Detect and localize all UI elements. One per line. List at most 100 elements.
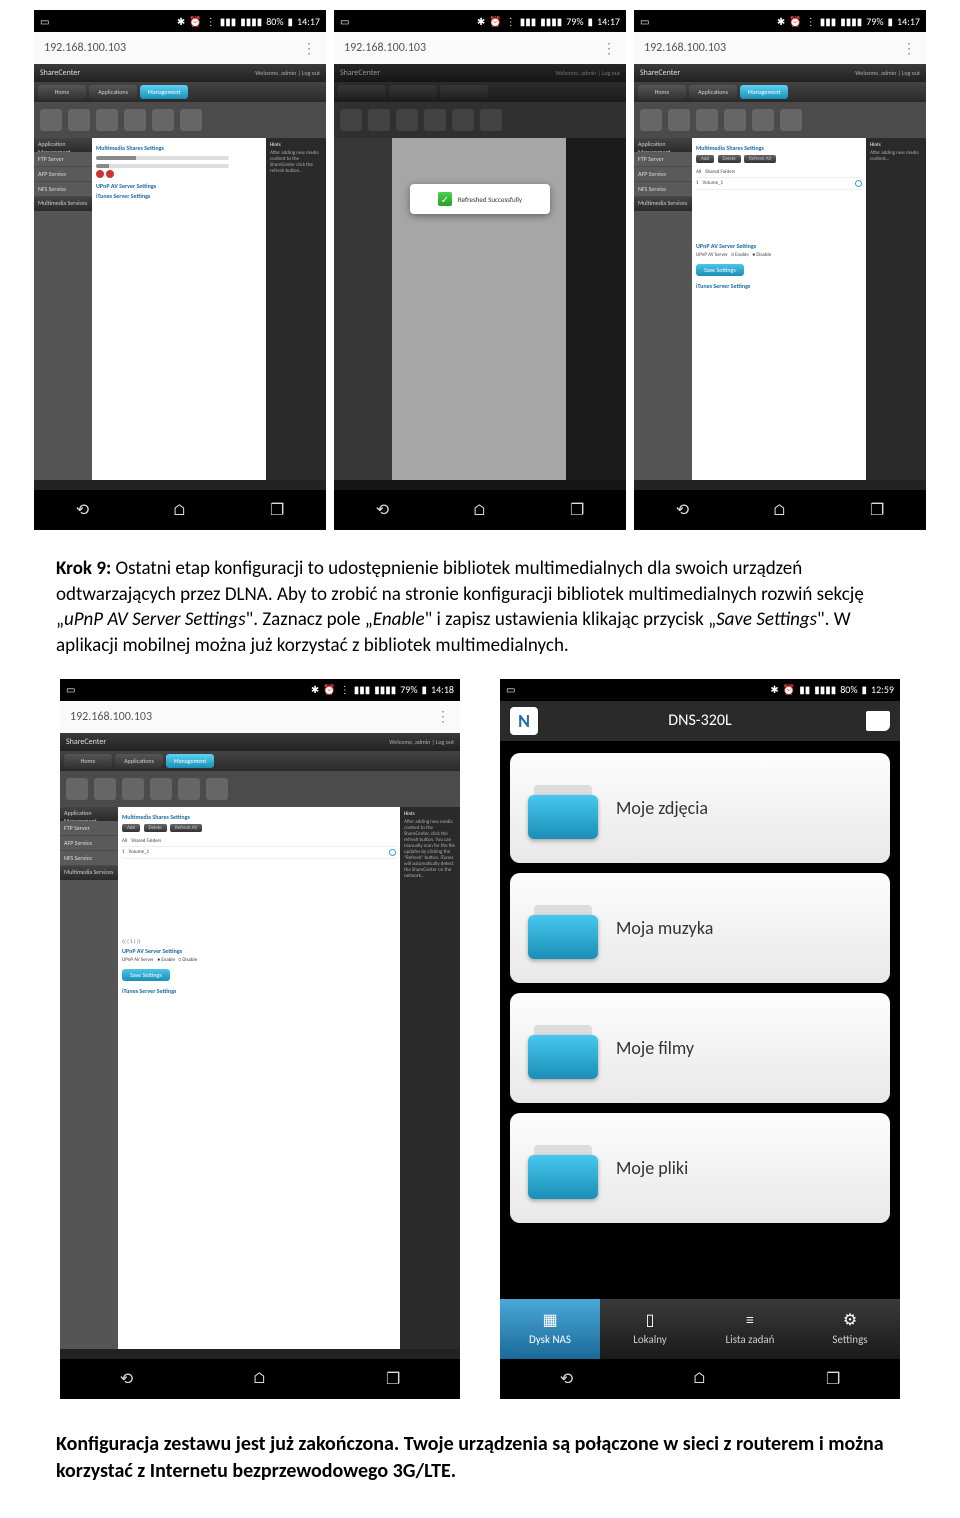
tab-home[interactable]: Home <box>38 85 86 99</box>
sidebar-item[interactable]: AFP Service <box>34 167 92 182</box>
section-upnp[interactable]: UPnP AV Server Settings <box>696 242 862 250</box>
home-icon[interactable]: ⌂ <box>693 1369 707 1388</box>
menu-dots-icon[interactable]: ⋮ <box>302 40 316 57</box>
sidebar-item[interactable]: FTP Server <box>34 152 92 167</box>
user-link[interactable]: Welcome, admin | Log out <box>255 69 320 77</box>
back-icon[interactable]: ⟲ <box>76 500 89 520</box>
back-icon[interactable]: ⟲ <box>560 1369 573 1389</box>
section-upnp[interactable]: UPnP AV Server Settings <box>122 947 396 955</box>
stop-icon[interactable] <box>96 170 104 178</box>
app-icon[interactable] <box>66 778 88 800</box>
page-footer <box>60 1349 460 1359</box>
recents-icon[interactable]: ❐ <box>386 1369 400 1389</box>
menu-dots-icon[interactable]: ⋮ <box>902 40 916 57</box>
app-icon[interactable] <box>96 109 118 131</box>
menu-dots-icon[interactable]: ⋮ <box>436 708 450 725</box>
enable-label[interactable]: Enable <box>735 252 749 258</box>
sidebar-item[interactable]: NFS Service <box>34 182 92 197</box>
home-icon[interactable]: ⌂ <box>253 1369 267 1388</box>
enable-label[interactable]: Enable <box>161 957 175 963</box>
stop-icon[interactable] <box>106 170 114 178</box>
app-icon[interactable] <box>668 109 690 131</box>
home-icon[interactable]: ⌂ <box>473 501 487 520</box>
media-category-music[interactable]: Moja muzyka <box>510 873 890 983</box>
tab-management[interactable]: Management <box>166 754 214 768</box>
save-settings-button[interactable]: Save Settings <box>122 969 170 981</box>
tab-home[interactable]: Home <box>638 85 686 99</box>
recents-icon[interactable]: ❐ <box>270 500 284 520</box>
sidebar-item[interactable]: AFP Service <box>634 167 692 182</box>
app-icon[interactable] <box>68 109 90 131</box>
menu-dots-icon[interactable]: ⋮ <box>602 40 616 57</box>
app-icon[interactable] <box>152 109 174 131</box>
disable-label[interactable]: Disable <box>182 957 197 963</box>
delete-button[interactable]: Delete <box>144 824 167 832</box>
sidebar-item[interactable]: NFS Service <box>634 182 692 197</box>
sidebar-item[interactable]: NFS Service <box>60 851 118 866</box>
app-icon[interactable] <box>206 778 228 800</box>
app-icon[interactable] <box>178 778 200 800</box>
app-icon[interactable] <box>40 109 62 131</box>
tab-local[interactable]: ▯ Lokalny <box>600 1299 700 1359</box>
address-bar[interactable]: 192.168.100.103 ⋮ <box>334 32 626 64</box>
section-upnp[interactable]: UPnP AV Server Settings <box>96 182 262 190</box>
add-button[interactable]: Add <box>122 824 140 832</box>
user-link[interactable]: Welcome, admin | Log out <box>855 69 920 77</box>
search-icon[interactable] <box>866 711 890 731</box>
app-icon[interactable] <box>122 778 144 800</box>
section-itunes[interactable]: iTunes Server Settings <box>122 987 396 995</box>
address-bar[interactable]: 192.168.100.103 ⋮ <box>34 32 326 64</box>
media-category-photos[interactable]: Moje zdjęcia <box>510 753 890 863</box>
sidebar-header2: Multimedia Services <box>34 197 92 211</box>
recents-icon[interactable]: ❐ <box>570 500 584 520</box>
tab-nas[interactable]: ▦ Dysk NAS <box>500 1299 600 1359</box>
refresh-icon[interactable] <box>389 849 396 856</box>
disable-label[interactable]: Disable <box>756 252 771 258</box>
back-icon[interactable]: ⟲ <box>376 500 389 520</box>
app-icon[interactable] <box>696 109 718 131</box>
tab-apps[interactable]: Applications <box>115 754 163 768</box>
back-icon[interactable]: ⟲ <box>120 1369 133 1389</box>
app-icon[interactable] <box>724 109 746 131</box>
tab-apps[interactable]: Applications <box>89 85 137 99</box>
sidebar-item[interactable]: AFP Service <box>60 836 118 851</box>
app-icon[interactable] <box>780 109 802 131</box>
app-icon[interactable] <box>150 778 172 800</box>
tab-settings[interactable]: ⚙ Settings <box>800 1299 900 1359</box>
home-icon[interactable]: ⌂ <box>173 501 187 520</box>
user-link[interactable]: Welcome, admin | Log out <box>389 738 454 746</box>
delete-button[interactable]: Delete <box>718 155 741 163</box>
section-itunes[interactable]: iTunes Server Settings <box>696 282 862 290</box>
app-icon[interactable] <box>124 109 146 131</box>
app-icon[interactable] <box>752 109 774 131</box>
col-shared: Shared Folders <box>705 169 735 175</box>
tab-management[interactable]: Management <box>140 85 188 99</box>
tab-home[interactable]: Home <box>64 754 112 768</box>
signal-icon: ▮▮▮ <box>354 683 371 696</box>
home-icon[interactable]: ⌂ <box>773 501 787 520</box>
back-icon[interactable]: ⟲ <box>676 500 689 520</box>
recents-icon[interactable]: ❐ <box>826 1369 840 1389</box>
save-settings-button[interactable]: Save Settings <box>696 264 744 276</box>
media-category-movies[interactable]: Moje filmy <box>510 993 890 1103</box>
refresh-icon[interactable] <box>855 180 862 187</box>
refresh-button[interactable]: Refresh All <box>170 824 202 832</box>
tab-management[interactable]: Management <box>740 85 788 99</box>
app-icon[interactable] <box>640 109 662 131</box>
refresh-button[interactable]: Refresh All <box>744 155 776 163</box>
item-label: Moje filmy <box>616 1037 694 1059</box>
media-category-files[interactable]: Moje pliki <box>510 1113 890 1223</box>
add-button[interactable]: Add <box>696 155 714 163</box>
tab-apps[interactable]: Applications <box>689 85 737 99</box>
sidebar-item[interactable]: FTP Server <box>634 152 692 167</box>
recents-icon[interactable]: ❐ <box>870 500 884 520</box>
app-icon[interactable] <box>94 778 116 800</box>
address-bar[interactable]: 192.168.100.103 ⋮ <box>634 32 926 64</box>
app-icon[interactable] <box>180 109 202 131</box>
address-bar[interactable]: 192.168.100.103 ⋮ <box>60 701 460 733</box>
section-itunes[interactable]: iTunes Server Settings <box>96 192 262 200</box>
tab-tasks[interactable]: ≡ Lista zadań <box>700 1299 800 1359</box>
brand-text: ShareCenter <box>40 68 80 78</box>
app-logo-icon[interactable]: N <box>510 707 538 735</box>
sidebar-item[interactable]: FTP Server <box>60 821 118 836</box>
